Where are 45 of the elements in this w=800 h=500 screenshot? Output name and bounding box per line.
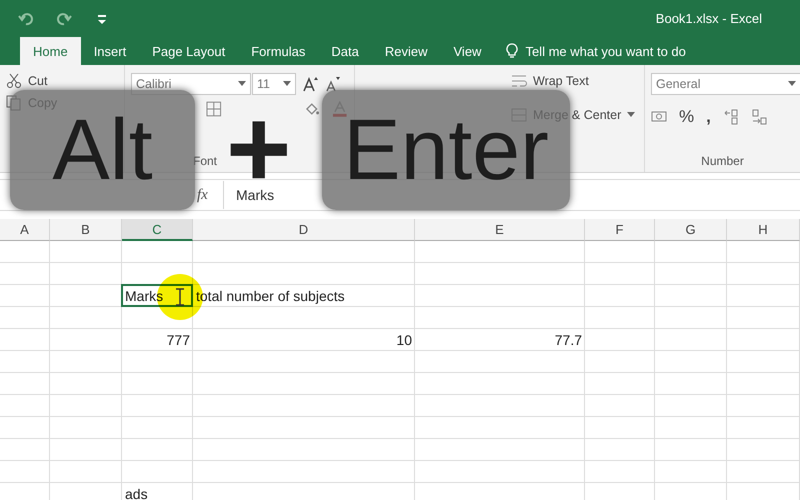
column-header[interactable]: A bbox=[0, 219, 50, 241]
wrap-text-icon[interactable] bbox=[511, 73, 527, 89]
window-title: Book1.xlsx - Excel bbox=[656, 11, 762, 26]
ribbon-tab[interactable]: Data bbox=[318, 37, 372, 65]
table-cell: 10 bbox=[396, 332, 412, 348]
column-header[interactable]: B bbox=[50, 219, 122, 241]
increase-decimal-icon[interactable] bbox=[722, 109, 739, 125]
text-cursor-icon bbox=[174, 288, 186, 306]
table-cell: 777 bbox=[166, 332, 190, 348]
column-header[interactable]: F bbox=[585, 219, 655, 241]
ribbon-tab[interactable]: Review bbox=[372, 37, 440, 65]
caret-icon[interactable] bbox=[238, 81, 246, 87]
ribbon-tab[interactable]: View bbox=[440, 37, 494, 65]
borders-icon[interactable] bbox=[206, 101, 222, 117]
table-cell: ads bbox=[125, 486, 148, 500]
column-header[interactable]: G bbox=[655, 219, 727, 241]
shrink-font-icon[interactable] bbox=[324, 76, 340, 92]
wrap-text-button[interactable]: Wrap Text bbox=[533, 74, 589, 88]
column-header[interactable]: C bbox=[122, 219, 193, 241]
insert-function-button[interactable]: fx bbox=[197, 186, 223, 204]
column-header[interactable]: D bbox=[193, 219, 415, 241]
font-size-dropdown[interactable]: 11 bbox=[252, 73, 296, 95]
cut-button[interactable]: Cut bbox=[28, 74, 48, 88]
tell-me-search[interactable]: Tell me what you want to do bbox=[525, 44, 686, 58]
caret-icon[interactable] bbox=[283, 81, 291, 87]
caret-icon[interactable] bbox=[627, 112, 636, 118]
percent-button[interactable]: % bbox=[679, 107, 694, 127]
ribbon-tab[interactable]: Insert bbox=[80, 37, 140, 65]
decrease-decimal-icon[interactable] bbox=[750, 109, 767, 125]
caret-icon[interactable] bbox=[788, 81, 796, 87]
column-header[interactable]: E bbox=[415, 219, 585, 241]
number-format-dropdown[interactable]: General bbox=[651, 73, 800, 95]
group-label: Number bbox=[700, 154, 745, 168]
redo-icon[interactable] bbox=[56, 10, 72, 26]
lightbulb-icon[interactable] bbox=[504, 43, 520, 59]
paint-bucket-icon[interactable] bbox=[304, 101, 320, 117]
scissors-icon[interactable] bbox=[6, 73, 22, 89]
comma-button[interactable]: , bbox=[706, 107, 711, 127]
ribbon-tab[interactable]: Home bbox=[20, 37, 81, 65]
ribbon-tab[interactable]: Page Layout bbox=[139, 37, 238, 65]
ribbon-tab[interactable]: Formulas bbox=[238, 37, 318, 65]
grow-font-icon[interactable] bbox=[302, 76, 318, 92]
table-cell: 77.7 bbox=[554, 332, 582, 348]
undo-icon[interactable] bbox=[18, 10, 34, 26]
column-header[interactable]: H bbox=[727, 219, 800, 241]
